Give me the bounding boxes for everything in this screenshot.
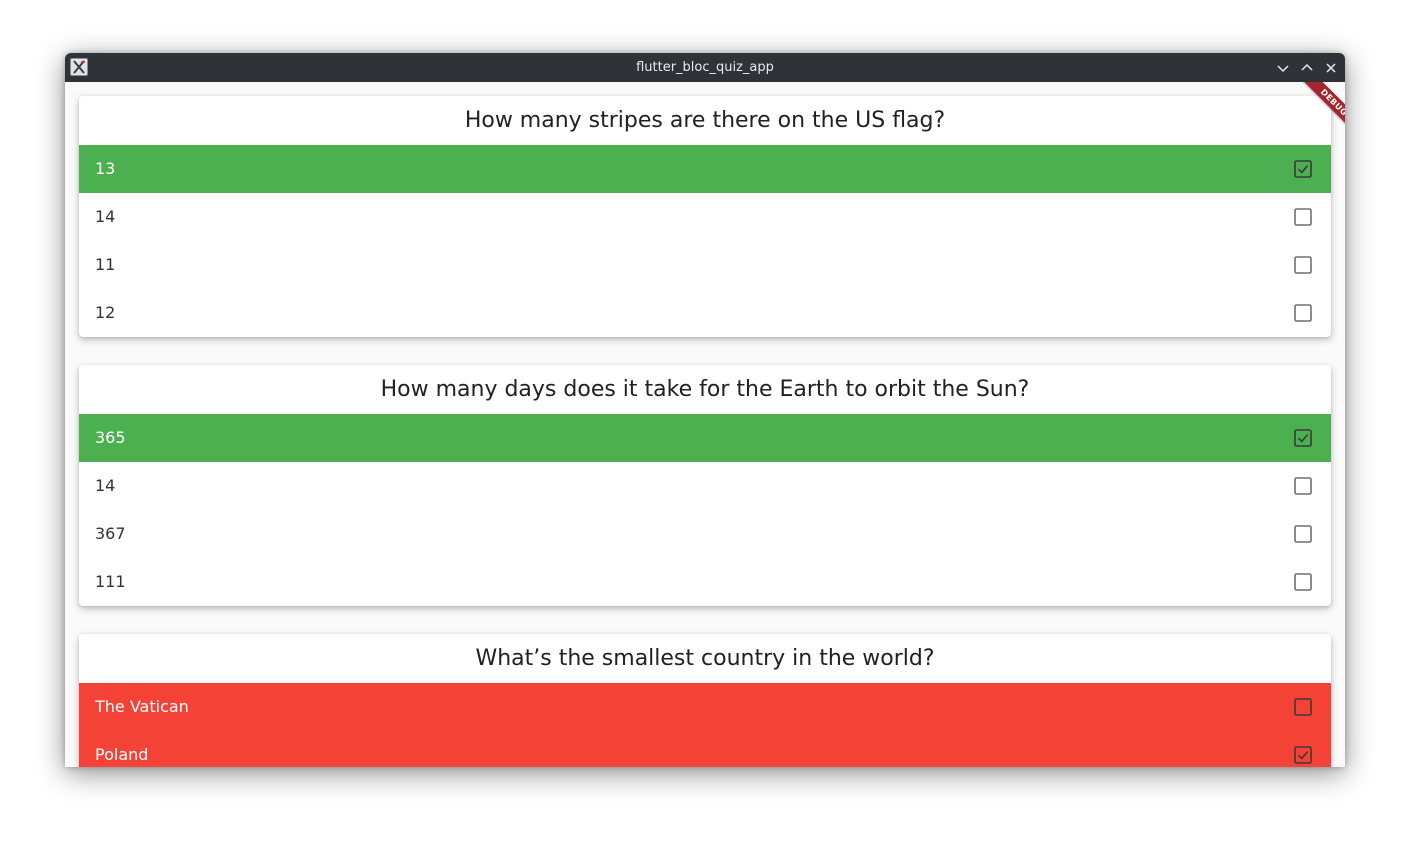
answer-option[interactable]: 12 (79, 289, 1331, 337)
checkbox-checked-icon[interactable] (1294, 160, 1312, 178)
answer-option[interactable]: 13 (79, 145, 1331, 193)
quiz-list[interactable]: How many stripes are there on the US fla… (65, 82, 1345, 767)
minimize-button[interactable] (1273, 58, 1293, 78)
answer-option[interactable]: 14 (79, 193, 1331, 241)
answer-label: The Vatican (95, 697, 189, 716)
checkbox-icon[interactable] (1294, 573, 1312, 591)
answer-option[interactable]: 367 (79, 510, 1331, 558)
checkbox-icon[interactable] (1294, 698, 1312, 716)
answer-label: 14 (95, 207, 116, 226)
checkbox-icon[interactable] (1294, 208, 1312, 226)
checkbox-icon[interactable] (1294, 256, 1312, 274)
answer-label: 367 (95, 524, 126, 543)
answer-label: 111 (95, 572, 126, 591)
question-card: What’s the smallest country in the world… (79, 634, 1331, 767)
checkbox-checked-icon[interactable] (1294, 429, 1312, 447)
answer-label: 365 (95, 428, 126, 447)
answer-option[interactable]: The Vatican (79, 683, 1331, 731)
answer-label: 12 (95, 303, 116, 322)
checkbox-icon[interactable] (1294, 525, 1312, 543)
maximize-button[interactable] (1297, 58, 1317, 78)
answer-option[interactable]: 14 (79, 462, 1331, 510)
title-bar[interactable]: flutter_bloc_quiz_app (65, 53, 1345, 82)
question-card: How many stripes are there on the US fla… (79, 96, 1331, 337)
answer-label: 13 (95, 159, 116, 178)
answer-option[interactable]: 11 (79, 241, 1331, 289)
checkbox-icon[interactable] (1294, 304, 1312, 322)
answer-option[interactable]: 111 (79, 558, 1331, 606)
question-text: How many days does it take for the Earth… (380, 377, 1030, 402)
checkbox-checked-icon[interactable] (1294, 746, 1312, 764)
answer-label: 14 (95, 476, 116, 495)
checkbox-icon[interactable] (1294, 477, 1312, 495)
answer-option[interactable]: Poland (79, 731, 1331, 767)
window-title: flutter_bloc_quiz_app (636, 60, 774, 75)
answer-label: 11 (95, 255, 116, 274)
app-window: flutter_bloc_quiz_app How many stripes a… (65, 53, 1345, 767)
question-text: How many stripes are there on the US fla… (464, 108, 946, 133)
question-text: What’s the smallest country in the world… (475, 646, 935, 671)
answer-label: Poland (95, 745, 149, 764)
close-button[interactable] (1321, 58, 1341, 78)
question-card: How many days does it take for the Earth… (79, 365, 1331, 606)
answer-option[interactable]: 365 (79, 414, 1331, 462)
